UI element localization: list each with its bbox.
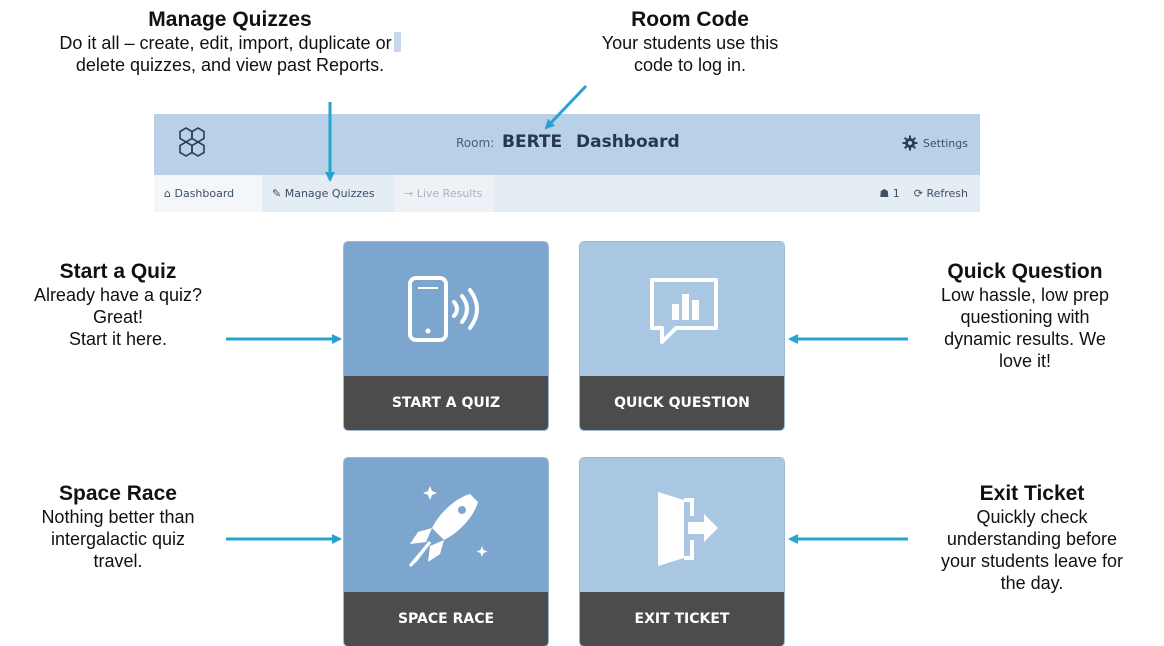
annotation-arrows [226,84,908,544]
arrow-room-code [544,84,588,130]
